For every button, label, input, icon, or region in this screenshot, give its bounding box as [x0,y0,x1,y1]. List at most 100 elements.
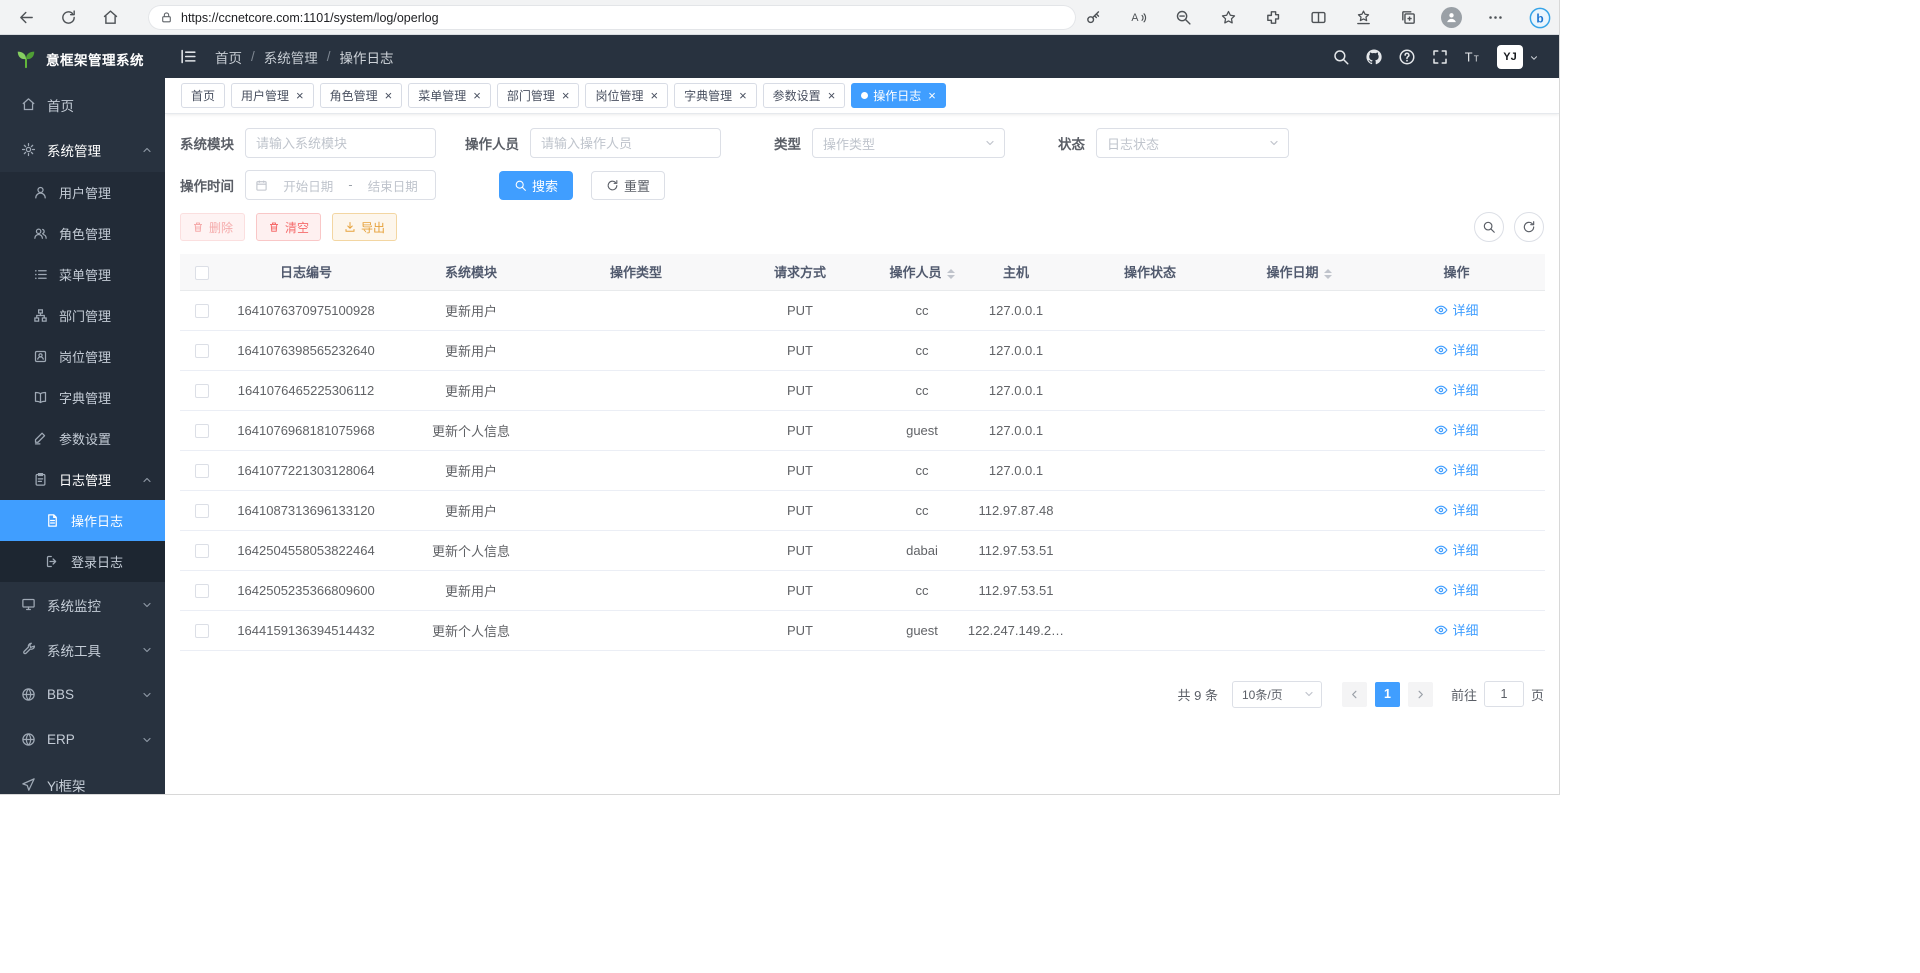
collections-icon[interactable] [1396,6,1420,30]
date-range-picker[interactable]: 开始日期 - 结束日期 [245,170,436,200]
row-checkbox[interactable] [195,384,209,398]
prev-page-button[interactable] [1342,682,1367,707]
tab-字典管理[interactable]: 字典管理× [674,83,757,108]
sidebar-item-yi[interactable]: Yi框架 [0,762,165,794]
tab-参数设置[interactable]: 参数设置× [763,83,846,108]
sidebar-item-home[interactable]: 首页 [0,82,165,127]
detail-link[interactable]: 详细 [1434,540,1478,559]
sidebar-item-post[interactable]: 岗位管理 [0,336,165,377]
sidebar-item-role[interactable]: 角色管理 [0,213,165,254]
favorites-icon[interactable] [1351,6,1375,30]
sidebar-item-operlog[interactable]: 操作日志 [0,500,165,541]
tab-岗位管理[interactable]: 岗位管理× [585,83,668,108]
tab-close-icon[interactable]: × [828,89,836,102]
detail-link[interactable]: 详细 [1434,500,1478,519]
breadcrumb-item[interactable]: 系统管理 [264,47,318,67]
row-checkbox[interactable] [195,624,209,638]
breadcrumb-item[interactable]: 首页 [215,47,242,67]
sidebar-item-system[interactable]: 系统管理 [0,127,165,172]
sidebar-item-loginlog[interactable]: 登录日志 [0,541,165,582]
refresh-table-button[interactable] [1514,212,1544,242]
sidebar-item-bbs[interactable]: BBS [0,672,165,717]
detail-link[interactable]: 详细 [1434,300,1478,319]
font-size-icon[interactable] [1464,48,1482,66]
tab-close-icon[interactable]: × [650,89,658,102]
sidebar-item-param[interactable]: 参数设置 [0,418,165,459]
detail-link[interactable]: 详细 [1434,620,1478,639]
sidebar-item-tool[interactable]: 系统工具 [0,627,165,672]
sidebar-item-log[interactable]: 日志管理 [0,459,165,500]
toggle-search-button[interactable] [1474,212,1504,242]
back-icon[interactable] [14,6,38,30]
goto-page-input[interactable] [1484,681,1524,707]
tab-close-icon[interactable]: × [385,89,393,102]
sort-carets-icon[interactable] [947,269,955,279]
browser-refresh-icon[interactable] [56,6,80,30]
extensions-icon[interactable] [1261,6,1285,30]
clear-button[interactable]: 清空 [256,213,321,241]
row-checkbox[interactable] [195,544,209,558]
user-avatar[interactable]: YJ [1497,45,1523,69]
sidebar-item-menu[interactable]: 菜单管理 [0,254,165,295]
tab-close-icon[interactable]: × [928,89,936,102]
github-icon[interactable] [1365,48,1383,66]
reset-button[interactable]: 重置 [591,171,665,200]
sort-carets-icon[interactable] [1324,269,1332,279]
address-bar[interactable]: https://ccnetcore.com:1101/system/log/op… [148,5,1076,30]
tab-close-icon[interactable]: × [739,89,747,102]
delete-button[interactable]: 删除 [180,213,245,241]
copilot-icon[interactable]: b [1528,6,1552,30]
detail-link[interactable]: 详细 [1434,580,1478,599]
sidebar-item-dept[interactable]: 部门管理 [0,295,165,336]
row-checkbox[interactable] [195,504,209,518]
profile-avatar[interactable] [1441,7,1462,28]
row-checkbox[interactable] [195,344,209,358]
sidebar-item-dict[interactable]: 字典管理 [0,377,165,418]
export-button[interactable]: 导出 [332,213,397,241]
sidebar-item-user[interactable]: 用户管理 [0,172,165,213]
sidebar-item-erp[interactable]: ERP [0,717,165,762]
tab-菜单管理[interactable]: 菜单管理× [408,83,491,108]
split-screen-icon[interactable] [1306,6,1330,30]
tab-首页[interactable]: 首页 [181,83,225,108]
fullscreen-icon[interactable] [1431,48,1449,66]
column-header-operator[interactable]: 操作人员 [882,254,962,290]
tab-close-icon[interactable]: × [296,89,304,102]
add-favorite-icon[interactable] [1216,6,1240,30]
collapse-sidebar-icon[interactable] [179,47,198,66]
help-icon[interactable] [1398,48,1416,66]
password-manager-icon[interactable] [1081,6,1105,30]
tab-close-icon[interactable]: × [473,89,481,102]
module-input[interactable] [245,128,436,158]
page-size-select[interactable]: 10条/页 [1232,681,1322,708]
detail-link[interactable]: 详细 [1434,340,1478,359]
next-page-button[interactable] [1408,682,1433,707]
tab-用户管理[interactable]: 用户管理× [231,83,314,108]
browser-home-icon[interactable] [98,6,122,30]
row-checkbox[interactable] [195,584,209,598]
sidebar-item-monitor[interactable]: 系统监控 [0,582,165,627]
tab-close-icon[interactable]: × [562,89,570,102]
row-checkbox[interactable] [195,464,209,478]
settings-more-icon[interactable] [1483,6,1507,30]
row-checkbox[interactable] [195,304,209,318]
user-menu-chevron-icon[interactable] [1529,53,1539,63]
search-button[interactable]: 搜索 [499,171,573,200]
tab-角色管理[interactable]: 角色管理× [320,83,403,108]
tab-操作日志[interactable]: 操作日志× [851,83,946,108]
header-search-icon[interactable] [1332,48,1350,66]
app-logo: 意框架管理系统 [0,35,165,82]
page-number-button[interactable]: 1 [1375,682,1400,707]
detail-link[interactable]: 详细 [1434,380,1478,399]
type-select[interactable]: 操作类型 [812,128,1005,158]
column-header-date[interactable]: 操作日期 [1230,254,1368,290]
select-all-checkbox[interactable] [195,266,209,280]
zoom-indicator-icon[interactable] [1171,6,1195,30]
row-checkbox[interactable] [195,424,209,438]
detail-link[interactable]: 详细 [1434,460,1478,479]
tab-部门管理[interactable]: 部门管理× [497,83,580,108]
operator-input[interactable] [530,128,721,158]
read-aloud-icon[interactable] [1126,6,1150,30]
detail-link[interactable]: 详细 [1434,420,1478,439]
status-select[interactable]: 日志状态 [1096,128,1289,158]
